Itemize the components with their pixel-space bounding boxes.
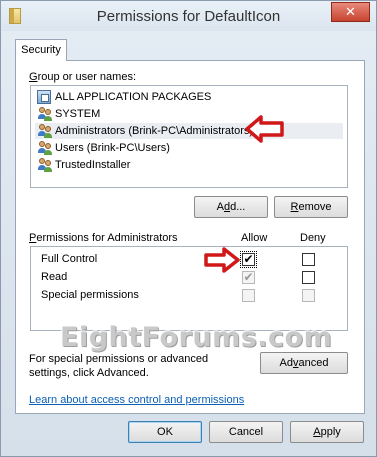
users-icon [37,141,53,155]
tab-security[interactable]: Security [15,39,67,61]
watermark: EightForums.com [60,322,333,353]
list-item-administrators[interactable]: Administrators (Brink-PC\Administrators) [35,123,343,139]
advanced-button[interactable]: Advanced [260,352,348,374]
list-item-label: TrustedInstaller [55,159,131,171]
advanced-note: For special permissions or advanced sett… [29,353,209,379]
permission-full-control: Full Control [41,253,98,265]
remove-label-rest: emove [298,201,332,213]
list-item-label: Administrators (Brink-PC\Administrators) [55,125,254,137]
list-item-label: ALL APPLICATION PACKAGES [55,91,212,103]
group-label-rest: roup or user names: [37,71,136,83]
read-deny-checkbox[interactable] [302,271,315,284]
permission-read: Read [41,271,68,283]
permissions-label-rest: ermissions for Administrators [36,232,178,244]
users-icon [37,158,53,172]
list-item-users[interactable]: Users (Brink-PC\Users) [35,140,343,156]
users-icon [37,107,53,121]
add-label-a: A [216,201,224,213]
learn-access-control-link[interactable]: Learn about access control and permissio… [29,394,244,406]
cancel-button[interactable]: Cancel [209,421,283,443]
permissions-for-label: Permissions for Administrators [29,232,178,244]
add-label-rest: d... [230,201,246,213]
package-icon [37,90,51,104]
permissions-list: Full Control ✔ Read ✔ Special permission… [30,246,348,331]
list-item-all-application-packages[interactable]: ALL APPLICATION PACKAGES [35,89,343,105]
group-label-g: G [29,71,38,83]
list-item-system[interactable]: SYSTEM [35,106,343,122]
advanced-label-a: Ad [279,357,293,369]
red-arrow-left-icon [245,115,284,143]
window-title: Permissions for DefaultIcon [96,8,281,25]
full-control-allow-checkbox[interactable]: ✔ [240,251,257,268]
apply-label-accel: A [313,426,321,438]
allow-column-header: Allow [241,232,268,244]
list-item-label: Users (Brink-PC\Users) [55,142,170,154]
red-arrow-right-icon [204,247,240,273]
permissions-dialog: Permissions for DefaultIcon ✕ Security G… [0,0,377,457]
permission-special: Special permissions [41,289,139,301]
users-icon [37,124,53,138]
group-user-names-label: Group or user names: [29,71,136,83]
apply-label-rest: pply [320,426,341,438]
remove-button[interactable]: Remove [274,196,348,218]
user-list[interactable]: ALL APPLICATION PACKAGES SYSTEM Administ… [30,85,348,188]
apply-button[interactable]: Apply [290,421,364,443]
title-bar[interactable]: Permissions for DefaultIcon ✕ [1,1,376,31]
list-item-trustedinstaller[interactable]: TrustedInstaller [35,157,343,173]
deny-column-header: Deny [300,232,326,244]
close-button[interactable]: ✕ [331,2,370,22]
add-button[interactable]: Add... [194,196,268,218]
special-allow-checkbox [242,289,255,302]
full-control-deny-checkbox[interactable] [302,253,315,266]
special-deny-checkbox [302,289,315,302]
ok-button[interactable]: OK [128,421,202,443]
list-item-label: SYSTEM [55,108,101,120]
advanced-label-rest: anced [298,357,329,369]
read-allow-checkbox[interactable]: ✔ [242,271,255,284]
